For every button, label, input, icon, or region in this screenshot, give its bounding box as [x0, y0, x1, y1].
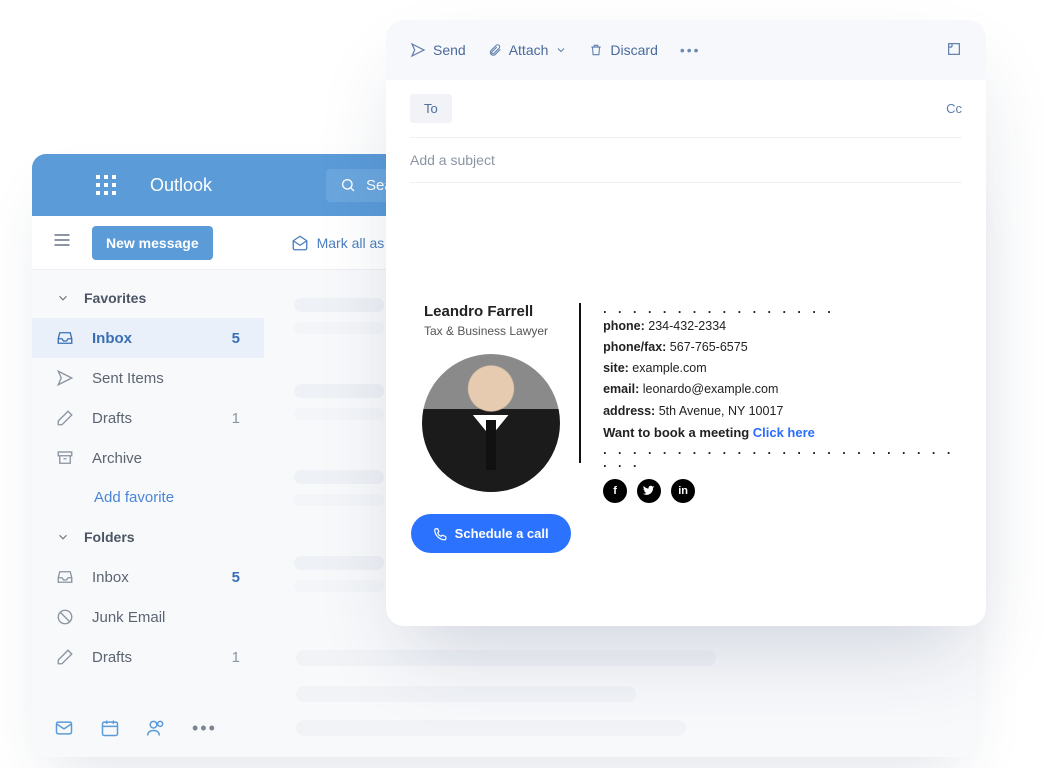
twitter-icon[interactable]: [637, 479, 661, 503]
folders-label: Folders: [84, 529, 135, 545]
drafts-label: Drafts: [92, 410, 132, 427]
menu-icon[interactable]: [52, 230, 72, 255]
schedule-label: Schedule a call: [455, 526, 549, 541]
send-icon: [410, 42, 426, 58]
inbox-badge: 5: [232, 330, 240, 347]
archive-label: Archive: [92, 450, 142, 467]
attach-button[interactable]: Attach: [488, 42, 568, 58]
drafts2-label: Drafts: [92, 649, 132, 666]
add-favorite-button[interactable]: Add favorite: [32, 478, 264, 517]
signature-fax: phone/fax: 567-765-6575: [603, 337, 962, 358]
avatar: [422, 354, 560, 492]
phone-icon: [433, 527, 447, 541]
subject-input[interactable]: Add a subject: [410, 138, 962, 183]
more-icon[interactable]: •••: [680, 42, 701, 58]
more-icon[interactable]: •••: [192, 718, 217, 743]
inbox2-badge: 5: [232, 569, 240, 586]
sidebar-item-inbox[interactable]: Inbox 5: [32, 318, 264, 358]
drafts-badge: 1: [232, 410, 240, 427]
skeleton-bar: [296, 650, 716, 666]
discard-label: Discard: [610, 42, 657, 58]
signature-site: site: example.com: [603, 358, 962, 379]
signature-name: Leandro Farrell: [410, 303, 533, 320]
sidebar: Favorites Inbox 5 Sent Items Drafts 1 Ar…: [32, 270, 264, 757]
inbox2-label: Inbox: [92, 569, 129, 586]
sidebar-item-drafts-2[interactable]: Drafts 1: [32, 637, 264, 677]
email-signature: Leandro Farrell Tax & Business Lawyer Sc…: [410, 303, 962, 553]
pencil-icon: [56, 648, 74, 666]
app-title: Outlook: [150, 175, 212, 196]
send-icon: [56, 369, 74, 387]
inbox-label: Inbox: [92, 330, 132, 347]
send-button[interactable]: Send: [410, 42, 466, 58]
chevron-down-icon: [56, 291, 70, 305]
favorites-label: Favorites: [84, 290, 146, 306]
trash-icon: [589, 43, 603, 57]
sidebar-item-inbox-2[interactable]: Inbox 5: [32, 557, 264, 597]
calendar-icon[interactable]: [100, 718, 120, 743]
discard-button[interactable]: Discard: [589, 42, 657, 58]
search-icon: [340, 177, 356, 193]
divider: [579, 303, 581, 463]
chevron-down-icon: [56, 530, 70, 544]
signature-cta: Want to book a meeting Click here: [603, 422, 962, 444]
sidebar-item-sent[interactable]: Sent Items: [32, 358, 264, 398]
pencil-icon: [56, 409, 74, 427]
linkedin-icon[interactable]: in: [671, 479, 695, 503]
schedule-call-button[interactable]: Schedule a call: [411, 514, 571, 553]
dot-row: . . . . . . . . . . . . . . . .: [603, 303, 962, 316]
paperclip-icon: [488, 43, 502, 57]
skeleton-bar: [296, 686, 636, 702]
compose-toolbar: Send Attach Discard •••: [386, 20, 986, 80]
archive-icon: [56, 449, 74, 467]
compose-window: Send Attach Discard ••• To Cc Add a subj…: [386, 20, 986, 626]
skeleton-bar: [296, 720, 686, 736]
section-favorites[interactable]: Favorites: [32, 278, 264, 318]
inbox-icon: [56, 568, 74, 586]
popout-button[interactable]: [946, 41, 962, 60]
section-folders[interactable]: Folders: [32, 517, 264, 557]
cta-link[interactable]: Click here: [753, 425, 815, 440]
sidebar-item-archive[interactable]: Archive: [32, 438, 264, 478]
social-icons: f in: [603, 479, 962, 503]
mail-icon[interactable]: [54, 718, 74, 743]
sidebar-item-junk[interactable]: Junk Email: [32, 597, 264, 637]
facebook-icon[interactable]: f: [603, 479, 627, 503]
bottom-nav: •••: [32, 704, 264, 757]
junk-label: Junk Email: [92, 609, 165, 626]
cc-button[interactable]: Cc: [946, 101, 962, 116]
signature-title: Tax & Business Lawyer: [410, 324, 548, 338]
send-label: Send: [433, 42, 466, 58]
people-icon[interactable]: [146, 718, 166, 743]
to-row: To Cc: [410, 80, 962, 138]
signature-phone: phone: 234-432-2334: [603, 316, 962, 337]
chevron-down-icon: [555, 44, 567, 56]
app-launcher-icon[interactable]: [96, 175, 116, 195]
attach-label: Attach: [509, 42, 549, 58]
sidebar-item-drafts[interactable]: Drafts 1: [32, 398, 264, 438]
block-icon: [56, 608, 74, 626]
signature-email: email: leonardo@example.com: [603, 379, 962, 400]
envelope-open-icon: [291, 234, 309, 252]
to-button[interactable]: To: [410, 94, 452, 123]
inbox-icon: [56, 329, 74, 347]
new-message-button[interactable]: New message: [92, 226, 213, 260]
drafts2-badge: 1: [232, 649, 240, 666]
sent-label: Sent Items: [92, 370, 164, 387]
popout-icon: [946, 41, 962, 57]
signature-address: address: 5th Avenue, NY 10017: [603, 401, 962, 422]
dot-row: . . . . . . . . . . . . . . . . . . . . …: [603, 444, 962, 469]
